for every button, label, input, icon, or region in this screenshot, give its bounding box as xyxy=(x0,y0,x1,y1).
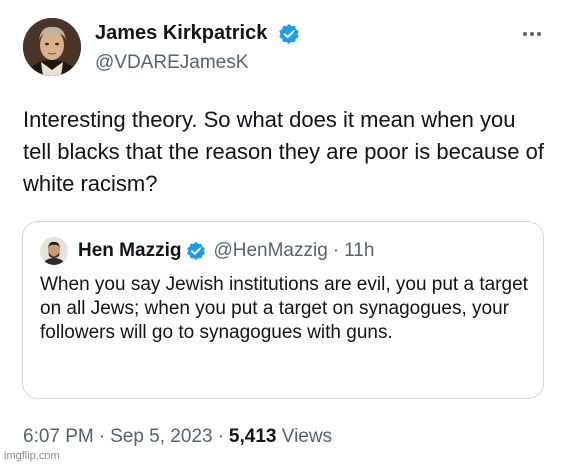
portrait-painting-avatar xyxy=(23,18,81,76)
verified-badge-icon xyxy=(279,24,299,44)
tweet-card: James Kirkpatrick @VDAREJamesK Interesti… xyxy=(0,0,568,466)
author-name[interactable]: James Kirkpatrick xyxy=(95,20,267,46)
quote-author-name[interactable]: Hen Mazzig xyxy=(78,238,181,264)
tweet-meta: 6:07 PM · Sep 5, 2023 · 5,413 Views xyxy=(23,425,332,449)
quote-author-avatar[interactable] xyxy=(40,237,68,265)
meta-separator: · xyxy=(217,426,224,447)
views-label: Views xyxy=(281,426,333,447)
tweet-text: Interesting theory. So what does it mean… xyxy=(23,107,544,196)
quote-header: Hen Mazzig @HenMazzig · 11h xyxy=(78,238,374,264)
author-handle[interactable]: @VDAREJamesK xyxy=(95,51,248,75)
more-options-icon xyxy=(523,32,541,36)
more-options-button[interactable] xyxy=(516,22,548,46)
watermark: imgflip.com xyxy=(4,450,60,462)
tweet-time[interactable]: 6:07 PM xyxy=(23,426,94,447)
tweet-date[interactable]: Sep 5, 2023 xyxy=(110,426,212,447)
verified-badge-icon xyxy=(187,241,206,261)
quote-timestamp[interactable]: 11h xyxy=(344,238,374,264)
author-avatar[interactable] xyxy=(23,18,81,76)
quoted-tweet[interactable]: Hen Mazzig @HenMazzig · 11h When you say… xyxy=(22,221,544,399)
views-count: 5,413 xyxy=(228,426,277,447)
quote-text: When you say Jewish institutions are evi… xyxy=(40,274,528,343)
meta-separator: · xyxy=(98,426,106,447)
user-photo-avatar xyxy=(40,237,68,265)
quote-author-handle[interactable]: @HenMazzig xyxy=(213,238,327,264)
quote-separator: · xyxy=(332,240,340,261)
